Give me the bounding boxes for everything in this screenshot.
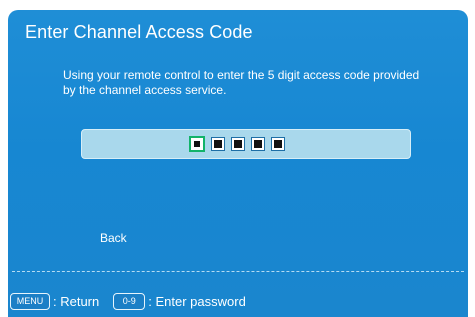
digit-boxes [189,136,285,152]
back-button[interactable]: Back [100,231,127,245]
access-code-input[interactable] [81,129,411,159]
digit-box-4[interactable] [251,137,265,151]
digit-box-5[interactable] [271,137,285,151]
footer-divider [12,271,464,272]
digits-hint-text: : Enter password [148,293,246,309]
menu-key-icon: MENU [10,292,50,310]
digit-box-2[interactable] [211,137,225,151]
digit-box-3[interactable] [231,137,245,151]
instructions-text: Using your remote control to enter the 5… [63,68,420,97]
dialog-title: Enter Channel Access Code [25,22,253,42]
access-code-dialog: Enter Channel Access Code Using your rem… [8,10,468,317]
menu-hint-text: : Return [53,293,100,309]
digit-box-1[interactable] [189,136,205,152]
digits-key-icon: 0-9 [113,292,146,310]
key-hints-bar: MENU : Return 0-9 : Enter password [8,289,246,313]
